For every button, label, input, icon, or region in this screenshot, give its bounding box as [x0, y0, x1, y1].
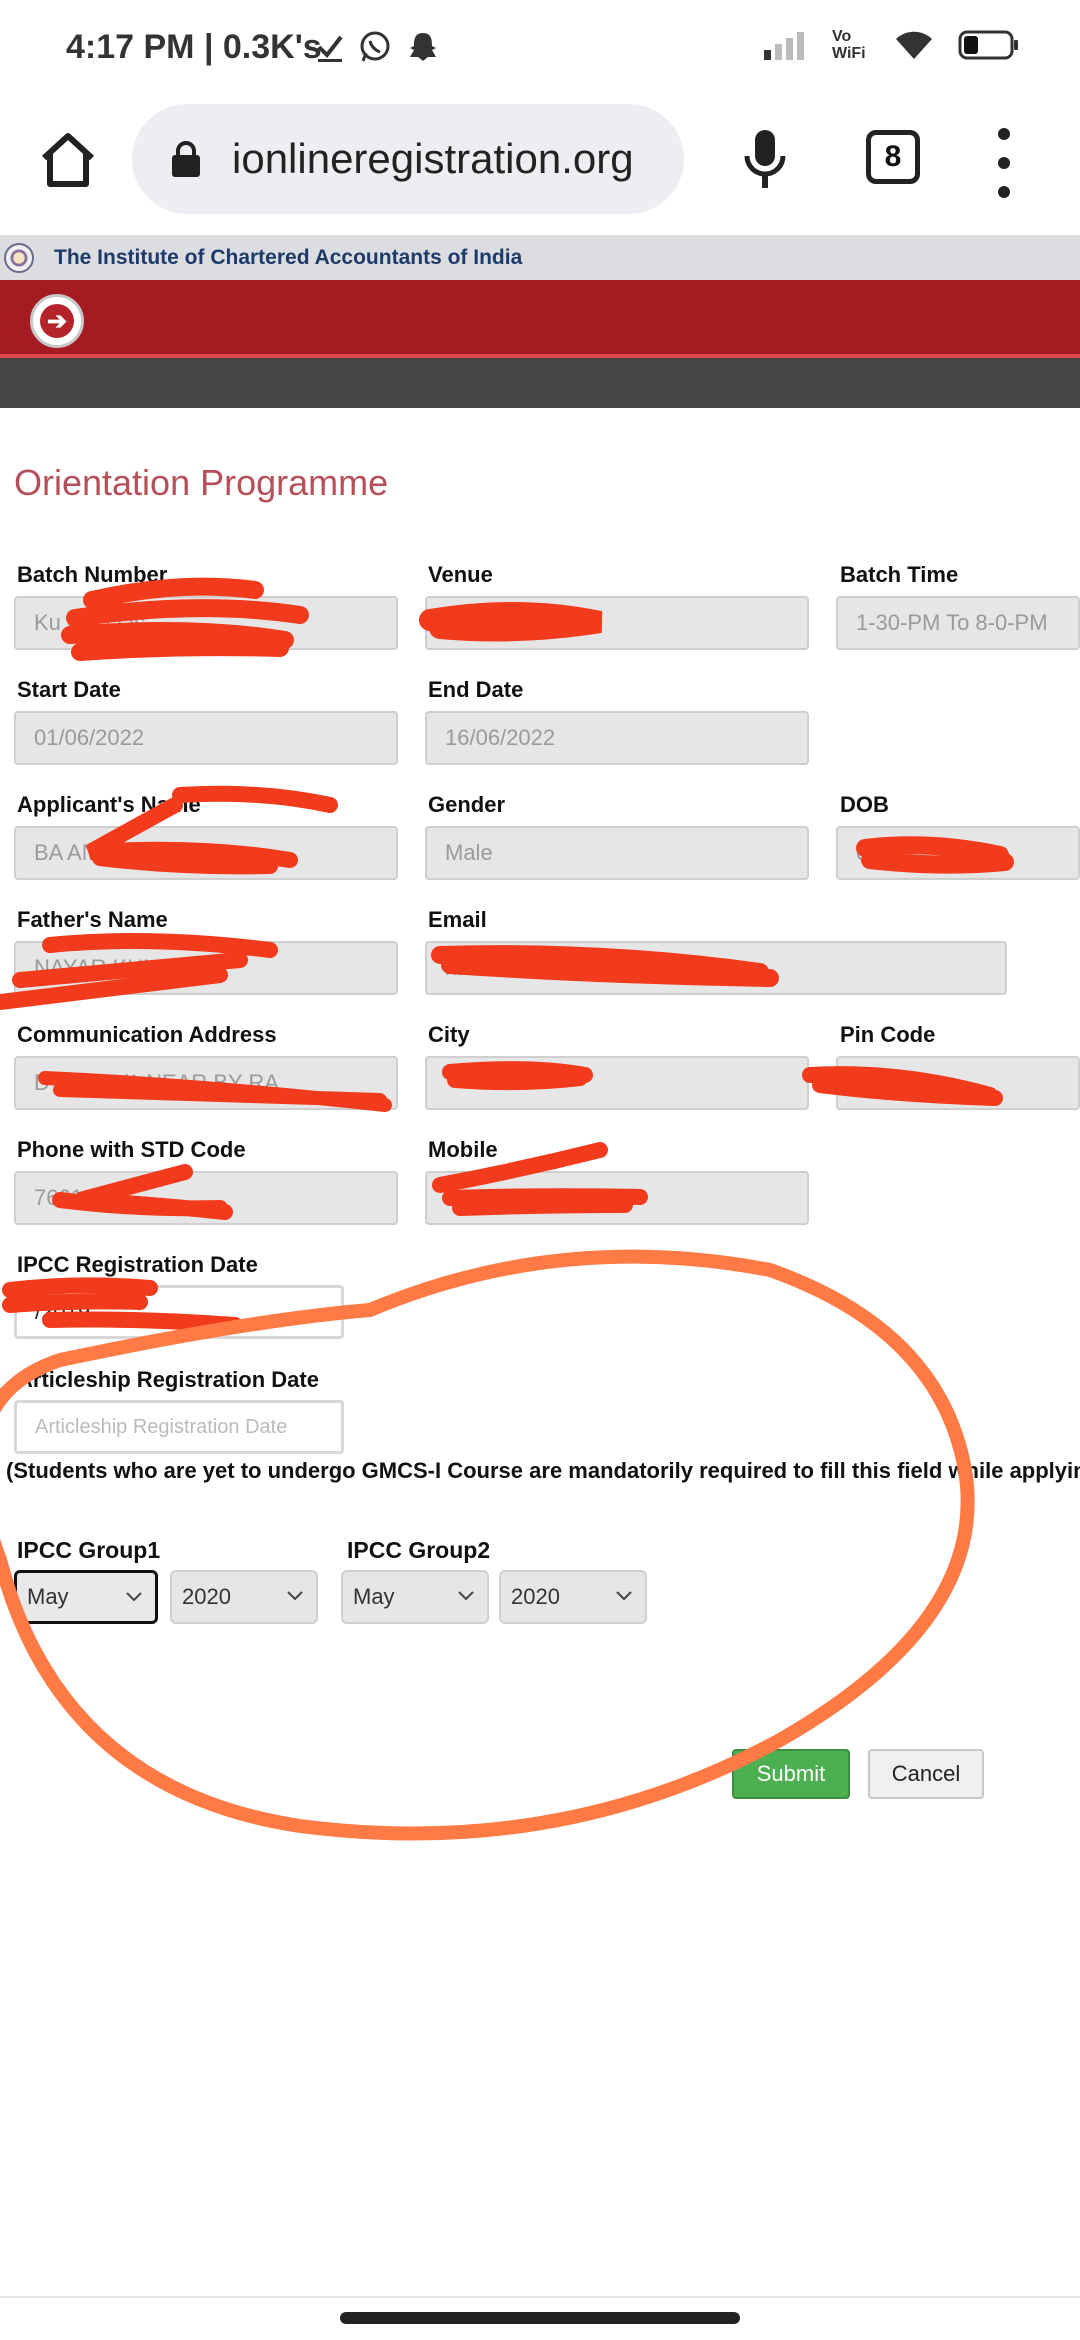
city-label: City	[428, 1022, 470, 1047]
articleship-registration-date-field[interactable]: Articleship Registration Date	[14, 1400, 344, 1454]
page-title: Orientation Programme	[14, 462, 389, 503]
lock-icon	[172, 141, 200, 177]
signal-icon	[764, 32, 804, 60]
ipcc-group2-month-select[interactable]: May	[341, 1570, 489, 1624]
arrow-right-icon: ➔	[40, 304, 74, 338]
phone-std-field[interactable]: 76618	[14, 1171, 398, 1225]
ipcc-group2-month-value: May	[353, 1584, 395, 1609]
ipcc-group2-year-select[interactable]: 2020	[499, 1570, 647, 1624]
dob-label: DOB	[840, 792, 889, 817]
notification-icons	[316, 30, 440, 64]
venue-label: Venue	[428, 562, 493, 587]
email-field[interactable]: ka .com	[425, 941, 1007, 995]
icai-logo	[4, 242, 34, 273]
communication-address-label: Communication Address	[17, 1022, 277, 1047]
gesture-handle[interactable]	[340, 2312, 740, 2324]
ipcc-group1-year-select[interactable]: 2020	[170, 1570, 318, 1624]
dob-field[interactable]: 0	[836, 826, 1080, 880]
chevron-down-icon	[287, 1591, 303, 1601]
ipcc-group1-label: IPCC Group1	[17, 1537, 161, 1563]
batch-time-field[interactable]: 1-30-PM To 8-0-PM	[836, 596, 1080, 650]
more-menu-button[interactable]	[992, 128, 1016, 198]
start-date-label: Start Date	[17, 677, 121, 702]
whatsapp-icon	[360, 31, 390, 62]
mobile-field[interactable]: 76	[425, 1171, 809, 1225]
system-status: Vo WiFi	[762, 28, 1020, 62]
ipcc-group1-month-select[interactable]: May	[14, 1570, 158, 1624]
ipcc-group2-label: IPCC Group2	[347, 1537, 491, 1563]
father-name-field[interactable]: NAYAR KUMAR	[14, 941, 398, 995]
home-icon	[41, 133, 95, 187]
wifi-icon	[896, 31, 932, 59]
snapchat-icon	[410, 33, 436, 61]
ipcc-registration-date-field[interactable]: /2019	[14, 1285, 344, 1339]
status-time: 4:17 PM | 0.3K's	[66, 28, 322, 66]
cancel-button[interactable]: Cancel	[868, 1749, 984, 1799]
phone-std-label: Phone with STD Code	[17, 1137, 246, 1162]
battery-icon	[958, 30, 1018, 60]
download-check-icon	[317, 35, 343, 62]
chevron-down-icon	[616, 1591, 632, 1601]
end-date-label: End Date	[428, 677, 524, 702]
sub-nav-bar	[0, 358, 1080, 408]
ipcc-group2-year-value: 2020	[511, 1584, 560, 1609]
communication-address-field[interactable]: D 211/82/1 NEAR BY RA	[14, 1056, 398, 1110]
home-button[interactable]	[36, 128, 100, 192]
pin-code-label: Pin Code	[840, 1022, 936, 1047]
batch-time-label: Batch Time	[840, 562, 959, 587]
org-title: The Institute of Chartered Accountants o…	[54, 245, 523, 269]
articleship-registration-date-label: Articleship Registration Date	[17, 1367, 319, 1392]
address-bar[interactable]: ionlineregistration.org	[132, 104, 684, 214]
gmcs-note: (Students who are yet to undergo GMCS-I …	[6, 1458, 1080, 1483]
status-bar: 4:17 PM | 0.3K's Vo WiFi	[0, 0, 1080, 100]
batch-number-label: Batch Number	[17, 562, 168, 587]
vowifi-label: Vo WiFi	[832, 28, 866, 62]
ipcc-group1-month-value: May	[27, 1584, 69, 1609]
microphone-icon	[744, 130, 786, 188]
nav-divider	[0, 2296, 1080, 2298]
submit-button[interactable]: Submit	[732, 1749, 850, 1799]
applicant-name-field[interactable]: BA ANTI	[14, 826, 398, 880]
batch-number-field[interactable]: Ku ical clas	[14, 596, 398, 650]
start-date-field[interactable]: 01/06/2022	[14, 711, 398, 765]
tab-switcher-button[interactable]: 8	[866, 130, 920, 184]
applicant-name-label: Applicant's Name	[17, 792, 201, 817]
mobile-label: Mobile	[428, 1137, 498, 1162]
email-label: Email	[428, 907, 487, 932]
city-field[interactable]	[425, 1056, 809, 1110]
ipcc-group1-year-value: 2020	[182, 1584, 231, 1609]
chevron-down-icon	[126, 1592, 142, 1602]
org-header: The Institute of Chartered Accountants o…	[0, 235, 1080, 280]
pin-code-field[interactable]	[836, 1056, 1080, 1110]
browser-toolbar: ionlineregistration.org 8	[0, 100, 1080, 235]
gender-field[interactable]: Male	[425, 826, 809, 880]
venue-field[interactable]	[425, 596, 809, 650]
chevron-down-icon	[458, 1591, 474, 1601]
site-nav-bar: ➔	[0, 280, 1080, 358]
url-text: ionlineregistration.org	[232, 135, 634, 182]
voice-search-button[interactable]	[740, 126, 790, 192]
nav-toggle-button[interactable]: ➔	[30, 294, 84, 348]
ipcc-registration-date-label: IPCC Registration Date	[17, 1252, 258, 1277]
end-date-field[interactable]: 16/06/2022	[425, 711, 809, 765]
gender-label: Gender	[428, 792, 506, 817]
father-name-label: Father's Name	[17, 907, 168, 932]
